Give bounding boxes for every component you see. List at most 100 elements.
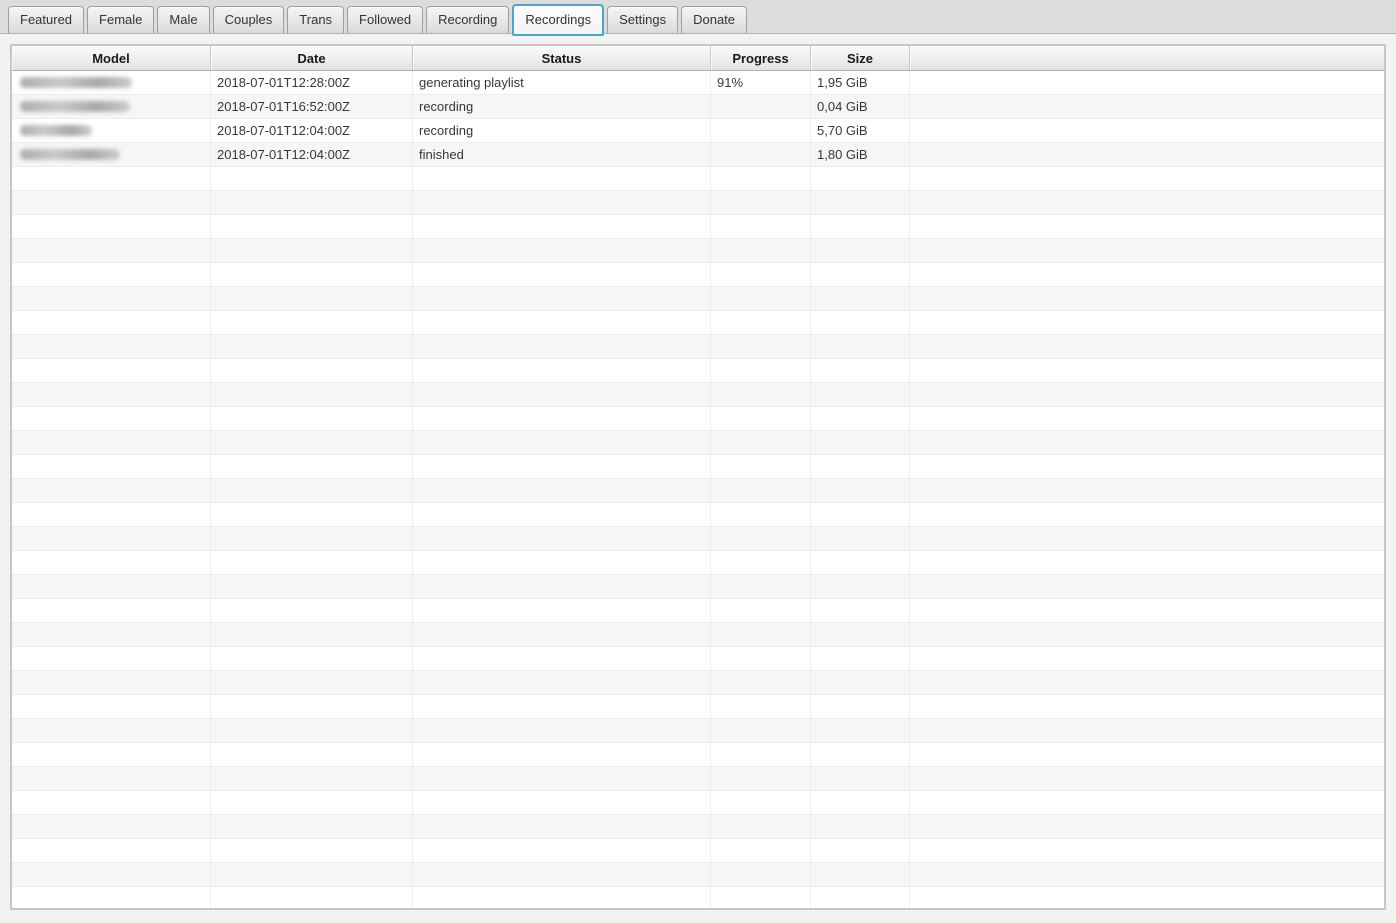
cell-model — [12, 143, 211, 166]
recording-row[interactable]: 2018-07-01T12:04:00Zfinished1,80 GiB — [12, 143, 1384, 167]
cell-progress: 91% — [711, 71, 811, 94]
cell-date — [211, 527, 413, 550]
empty-row[interactable] — [12, 431, 1384, 455]
column-header-size[interactable]: Size — [811, 46, 910, 70]
tab-settings[interactable]: Settings — [607, 6, 678, 33]
cell-size — [811, 527, 910, 550]
recording-row[interactable]: 2018-07-01T12:28:00Zgenerating playlist9… — [12, 71, 1384, 95]
cell-date: 2018-07-01T16:52:00Z — [211, 95, 413, 118]
empty-row[interactable] — [12, 647, 1384, 671]
empty-row[interactable] — [12, 503, 1384, 527]
empty-row[interactable] — [12, 743, 1384, 767]
cell-size — [811, 647, 910, 670]
empty-row[interactable] — [12, 479, 1384, 503]
cell-progress — [711, 239, 811, 262]
tab-donate[interactable]: Donate — [681, 6, 747, 33]
cell-size — [811, 839, 910, 862]
tab-couples[interactable]: Couples — [213, 6, 285, 33]
cell-status — [413, 743, 711, 766]
recording-row[interactable]: 2018-07-01T16:52:00Zrecording0,04 GiB — [12, 95, 1384, 119]
empty-row[interactable] — [12, 407, 1384, 431]
empty-row[interactable] — [12, 263, 1384, 287]
empty-row[interactable] — [12, 695, 1384, 719]
tab-female[interactable]: Female — [87, 6, 154, 33]
empty-row[interactable] — [12, 719, 1384, 743]
cell-status — [413, 647, 711, 670]
empty-row[interactable] — [12, 191, 1384, 215]
empty-row[interactable] — [12, 311, 1384, 335]
empty-row[interactable] — [12, 287, 1384, 311]
cell-date — [211, 287, 413, 310]
cell-filler — [910, 551, 1384, 574]
cell-filler — [910, 311, 1384, 334]
empty-row[interactable] — [12, 863, 1384, 887]
cell-size — [811, 431, 910, 454]
empty-row[interactable] — [12, 839, 1384, 863]
cell-date: 2018-07-01T12:28:00Z — [211, 71, 413, 94]
cell-filler — [910, 119, 1384, 142]
cell-filler — [910, 407, 1384, 430]
column-header-date[interactable]: Date — [211, 46, 413, 70]
cell-filler — [910, 167, 1384, 190]
cell-progress — [711, 815, 811, 838]
cell-progress — [711, 623, 811, 646]
cell-filler — [910, 263, 1384, 286]
cell-model — [12, 671, 211, 694]
cell-progress — [711, 407, 811, 430]
empty-row[interactable] — [12, 527, 1384, 551]
cell-size — [811, 863, 910, 886]
cell-size — [811, 551, 910, 574]
tab-recordings[interactable]: Recordings — [512, 4, 604, 36]
cell-size — [811, 455, 910, 478]
cell-model — [12, 287, 211, 310]
cell-model — [12, 623, 211, 646]
recording-row[interactable]: 2018-07-01T12:04:00Zrecording5,70 GiB — [12, 119, 1384, 143]
cell-date — [211, 335, 413, 358]
empty-row[interactable] — [12, 815, 1384, 839]
cell-progress — [711, 743, 811, 766]
cell-progress — [711, 359, 811, 382]
cell-date — [211, 383, 413, 406]
empty-row[interactable] — [12, 767, 1384, 791]
cell-date — [211, 623, 413, 646]
cell-date — [211, 431, 413, 454]
column-header-model[interactable]: Model — [12, 46, 211, 70]
tab-recording[interactable]: Recording — [426, 6, 509, 33]
empty-row[interactable] — [12, 215, 1384, 239]
cell-status — [413, 455, 711, 478]
empty-row[interactable] — [12, 791, 1384, 815]
empty-row[interactable] — [12, 599, 1384, 623]
empty-row[interactable] — [12, 551, 1384, 575]
empty-row[interactable] — [12, 575, 1384, 599]
cell-progress — [711, 167, 811, 190]
cell-date — [211, 863, 413, 886]
empty-row[interactable] — [12, 335, 1384, 359]
tab-trans[interactable]: Trans — [287, 6, 344, 33]
cell-status — [413, 263, 711, 286]
tab-featured[interactable]: Featured — [8, 6, 84, 33]
tab-bar: FeaturedFemaleMaleCouplesTransFollowedRe… — [0, 0, 1396, 34]
empty-row[interactable] — [12, 887, 1384, 910]
cell-progress — [711, 311, 811, 334]
empty-row[interactable] — [12, 671, 1384, 695]
cell-date — [211, 503, 413, 526]
cell-progress — [711, 719, 811, 742]
cell-size: 1,80 GiB — [811, 143, 910, 166]
cell-model — [12, 431, 211, 454]
cell-filler — [910, 191, 1384, 214]
cell-status — [413, 215, 711, 238]
empty-row[interactable] — [12, 167, 1384, 191]
empty-row[interactable] — [12, 383, 1384, 407]
empty-row[interactable] — [12, 623, 1384, 647]
empty-row[interactable] — [12, 455, 1384, 479]
tab-followed[interactable]: Followed — [347, 6, 423, 33]
cell-size — [811, 791, 910, 814]
cell-filler — [910, 815, 1384, 838]
empty-row[interactable] — [12, 239, 1384, 263]
empty-row[interactable] — [12, 359, 1384, 383]
tab-male[interactable]: Male — [157, 6, 209, 33]
cell-filler — [910, 863, 1384, 886]
column-header-status[interactable]: Status — [413, 46, 711, 70]
cell-progress — [711, 863, 811, 886]
column-header-progress[interactable]: Progress — [711, 46, 811, 70]
